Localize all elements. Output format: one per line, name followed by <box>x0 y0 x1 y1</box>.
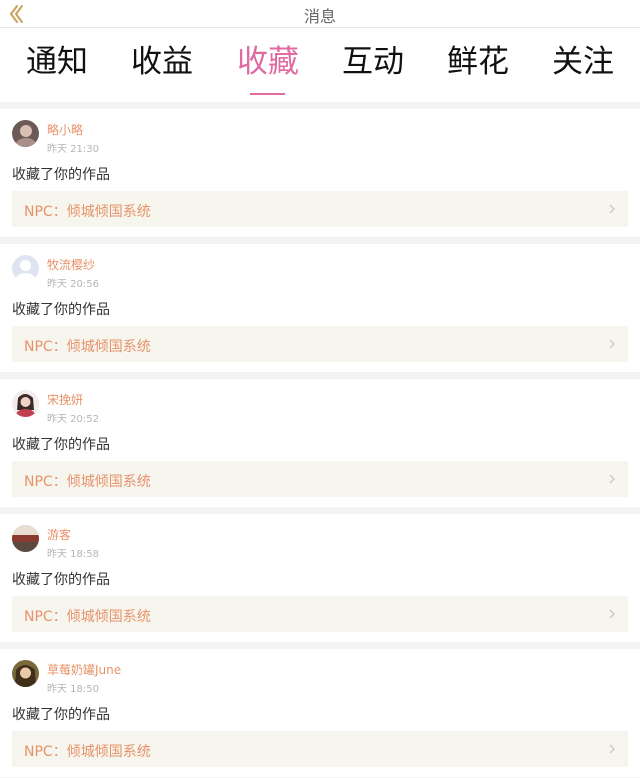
work-title: NPC：倾城倾国系统 <box>24 474 151 490</box>
work-title: NPC：倾城倾国系统 <box>24 744 151 760</box>
tab-interactions[interactable]: 互动 <box>328 42 418 82</box>
timestamp: 昨天 21:30 <box>47 144 99 155</box>
work-link[interactable]: NPC：倾城倾国系统 <box>12 731 628 767</box>
action-text: 收藏了你的作品 <box>12 167 110 183</box>
work-title: NPC：倾城倾国系统 <box>24 609 151 625</box>
action-text: 收藏了你的作品 <box>12 572 110 588</box>
section-divider <box>0 642 640 649</box>
avatar-photo-icon <box>12 660 39 687</box>
tab-earnings[interactable]: 收益 <box>117 42 207 82</box>
avatar[interactable] <box>12 660 39 687</box>
tab-follows[interactable]: 关注 <box>538 42 628 82</box>
username[interactable]: 略小略 <box>47 121 83 138</box>
tab-flowers[interactable]: 鲜花 <box>433 42 523 82</box>
chevron-right-icon <box>609 744 615 754</box>
work-link[interactable]: NPC：倾城倾国系统 <box>12 326 628 362</box>
chevron-right-icon <box>609 474 615 484</box>
section-divider <box>0 507 640 514</box>
action-text: 收藏了你的作品 <box>12 437 110 453</box>
top-bar: 消息 <box>0 0 640 28</box>
username[interactable]: 游客 <box>47 526 71 543</box>
default-avatar-icon <box>12 255 39 282</box>
action-text: 收藏了你的作品 <box>12 707 110 723</box>
active-tab-indicator <box>250 93 285 95</box>
chevron-right-icon <box>609 339 615 349</box>
avatar-photo-icon <box>12 525 39 552</box>
work-link[interactable]: NPC：倾城倾国系统 <box>12 596 628 632</box>
work-link[interactable]: NPC：倾城倾国系统 <box>12 461 628 497</box>
tab-favorites[interactable]: 收藏 <box>223 42 313 82</box>
username[interactable]: 草莓奶罐June <box>47 661 121 678</box>
timestamp: 昨天 18:50 <box>47 684 99 695</box>
notification-item: 游客 昨天 18:58 收藏了你的作品 NPC：倾城倾国系统 <box>0 514 640 642</box>
avatar[interactable] <box>12 525 39 552</box>
avatar-photo-icon <box>12 390 39 417</box>
work-link[interactable]: NPC：倾城倾国系统 <box>12 191 628 227</box>
section-divider <box>0 237 640 244</box>
page-title: 消息 <box>303 7 336 26</box>
avatar[interactable] <box>12 255 39 282</box>
avatar[interactable] <box>12 120 39 147</box>
tab-notifications[interactable]: 通知 <box>12 42 102 82</box>
notification-item: 牧流樱纱 昨天 20:56 收藏了你的作品 NPC：倾城倾国系统 <box>0 244 640 372</box>
notification-item: 草莓奶罐June 昨天 18:50 收藏了你的作品 NPC：倾城倾国系统 <box>0 649 640 777</box>
tab-bar: 通知 收益 收藏 互动 鲜花 关注 <box>0 30 640 102</box>
work-title: NPC：倾城倾国系统 <box>24 339 151 355</box>
notification-item: 宋挽妍 昨天 20:52 收藏了你的作品 NPC：倾城倾国系统 <box>0 379 640 507</box>
section-divider <box>0 102 640 109</box>
action-text: 收藏了你的作品 <box>12 302 110 318</box>
timestamp: 昨天 20:52 <box>47 414 99 425</box>
username[interactable]: 牧流樱纱 <box>47 256 95 273</box>
work-title: NPC：倾城倾国系统 <box>24 204 151 220</box>
chevron-right-icon <box>609 609 615 619</box>
notification-item: 略小略 昨天 21:30 收藏了你的作品 NPC：倾城倾国系统 <box>0 109 640 237</box>
timestamp: 昨天 18:58 <box>47 549 99 560</box>
chevron-right-icon <box>609 204 615 214</box>
avatar[interactable] <box>12 390 39 417</box>
username[interactable]: 宋挽妍 <box>47 391 83 408</box>
avatar-photo-icon <box>12 120 39 147</box>
timestamp: 昨天 20:56 <box>47 279 99 290</box>
section-divider <box>0 372 640 379</box>
